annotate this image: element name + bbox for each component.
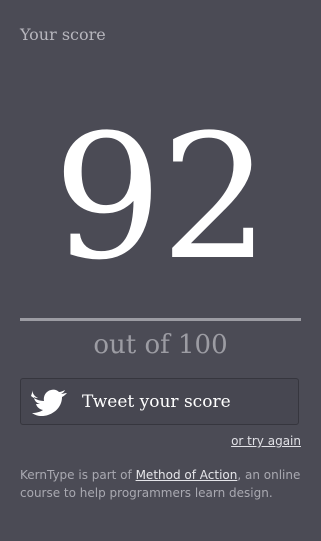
tweet-score-button[interactable]: Tweet your score — [20, 378, 299, 425]
footer-text-before-link: KernType is part of — [20, 468, 136, 482]
score-value: 92 — [53, 97, 270, 298]
tweet-button-label: Tweet your score — [82, 392, 231, 412]
footer-text: KernType is part of Method of Action, an… — [20, 466, 305, 502]
score-out-of: out of 100 — [93, 330, 228, 360]
method-of-action-link[interactable]: Method of Action — [136, 468, 238, 482]
score-heading: Your score — [20, 25, 106, 44]
score-divider — [20, 318, 301, 321]
twitter-bird-icon — [29, 387, 71, 417]
score-panel: Your score 92 out of 100 Tweet your scor… — [0, 0, 321, 541]
try-again-link[interactable]: or try again — [231, 433, 301, 449]
